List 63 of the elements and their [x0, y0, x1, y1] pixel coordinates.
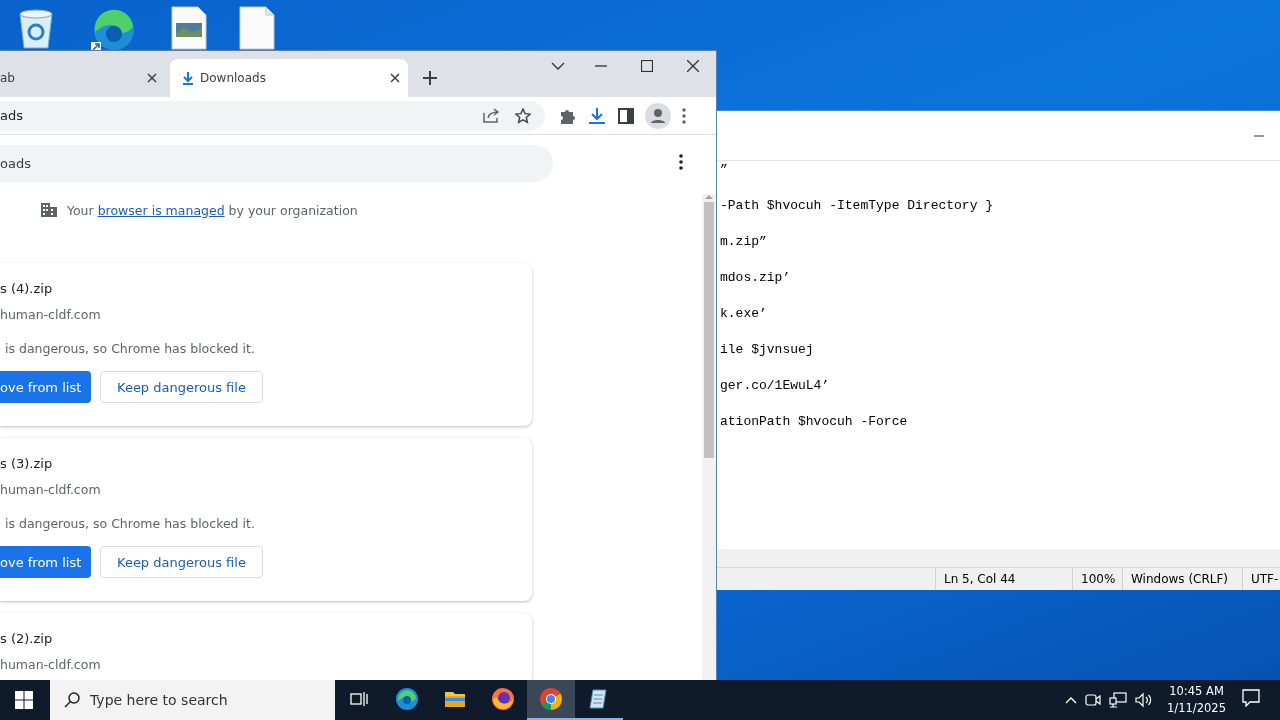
managed-notice: Your browser is managed by your organization	[67, 202, 358, 218]
swirl-browser-icon	[395, 687, 419, 711]
code-line: ”	[720, 161, 729, 179]
status-text: Ln 5, Col 44	[935, 568, 1072, 590]
browser-tab[interactable]: Downloads	[170, 59, 408, 97]
close-icon	[687, 60, 699, 72]
browser-icon	[539, 687, 563, 711]
code-line: ile $jvnsuej	[720, 341, 815, 359]
status-text: UTF-	[1242, 568, 1280, 590]
remove-button[interactable]: ove from list	[0, 546, 91, 578]
share-icon	[483, 108, 500, 123]
keep-file-button[interactable]: Keep dangerous file	[100, 371, 263, 403]
source-url: human-cldf.com	[0, 657, 101, 672]
notification-icon	[1242, 689, 1260, 707]
address-bar[interactable]: ads	[0, 100, 545, 131]
search-icon	[64, 692, 80, 708]
managed-link[interactable]: browser is managed	[97, 202, 225, 218]
windows-logo-icon	[15, 691, 33, 709]
menu-icon	[682, 107, 686, 124]
code-line: ationPath $hvocuh -Force	[720, 413, 909, 431]
download-icon	[182, 71, 194, 85]
code-line: k.exe’	[720, 305, 768, 323]
side-panel-icon	[618, 107, 634, 124]
close-icon	[390, 73, 400, 83]
task-view-icon	[350, 691, 368, 707]
clock-time[interactable]: 10:45 AM	[1169, 683, 1224, 700]
keep-file-button[interactable]: Keep dangerous file	[100, 546, 263, 578]
code-line: mdos.zip’	[720, 269, 792, 287]
status-text: Windows (CRLF)	[1122, 568, 1242, 590]
horizontal-scrollbar[interactable]	[717, 549, 1280, 567]
new-tab-icon	[423, 71, 437, 85]
danger-warning: is dangerous, so Chrome has blocked it.	[4, 516, 255, 531]
code-line: -Path $hvocuh -ItemType Directory }	[720, 197, 995, 215]
profile-icon	[645, 102, 671, 129]
status-text: 100%	[1072, 568, 1122, 590]
camera-icon	[1085, 692, 1102, 708]
star-icon	[515, 107, 531, 124]
minimize-icon	[595, 65, 607, 67]
building-icon	[40, 202, 58, 218]
source-url: human-cldf.com	[0, 482, 101, 497]
clock-date[interactable]: 1/11/2025	[1167, 700, 1226, 717]
chevron-up-icon	[1065, 696, 1078, 704]
search-field[interactable]: oads	[0, 145, 553, 182]
code-line: m.zip”	[720, 233, 768, 251]
close-icon	[147, 73, 157, 83]
danger-warning: is dangerous, so Chrome has blocked it.	[4, 341, 255, 356]
network-icon	[1109, 692, 1128, 708]
code-line: ger.co/1EwuL4’	[720, 377, 831, 395]
file-name[interactable]: s (4).zip	[0, 281, 53, 299]
browser-tab[interactable]: ab	[0, 59, 165, 97]
taskbar-search-field[interactable]: Type here to search	[50, 680, 335, 720]
vertical-scrollbar[interactable]	[702, 194, 716, 680]
download-icon	[587, 106, 607, 125]
maximize-icon	[641, 60, 653, 72]
file-name[interactable]: s (2).zip	[0, 631, 53, 649]
more-icon	[679, 153, 683, 170]
source-url: human-cldf.com	[0, 307, 101, 322]
remove-button[interactable]: ove from list	[0, 371, 91, 403]
volume-icon	[1135, 692, 1154, 708]
chevron-down-icon	[551, 62, 565, 70]
fox-browser-icon	[491, 687, 515, 711]
scroll-up-icon	[705, 194, 713, 200]
file-name[interactable]: s (3).zip	[0, 456, 53, 474]
